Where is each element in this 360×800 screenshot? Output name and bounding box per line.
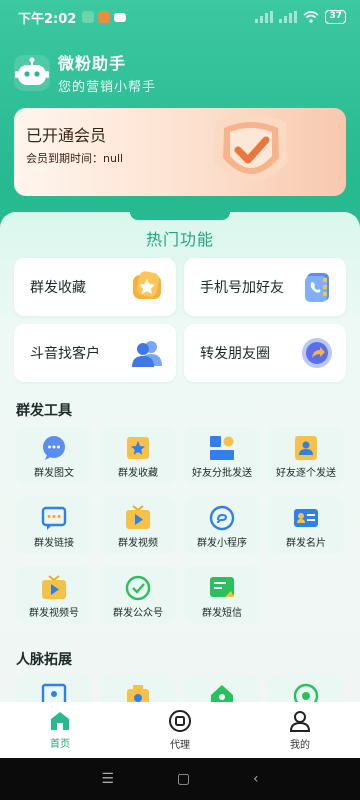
nav-label: 代理 xyxy=(170,740,190,751)
battery-icon: 37 xyxy=(325,10,346,24)
video-icon xyxy=(126,505,150,529)
profile-icon xyxy=(289,711,311,732)
contact-book-icon xyxy=(305,273,329,302)
tool-label: 群发小程序 xyxy=(197,538,247,549)
star-folder-icon xyxy=(133,271,161,299)
status-right: 37 xyxy=(255,10,346,24)
hot-item-label: 转发朋友圈 xyxy=(200,346,270,362)
notification-icon xyxy=(82,11,95,23)
notification-icon xyxy=(114,12,127,22)
tool-mass-name-card[interactable]: 群发名片 xyxy=(268,496,344,554)
status-bar: 下午2:02 37 xyxy=(0,0,360,34)
tool-label: 群发公众号 xyxy=(113,608,163,619)
name-card-icon xyxy=(294,509,318,527)
header-text: 微粉助手 您的营销小帮手 xyxy=(58,50,156,95)
app-header: 微粉助手 您的营销小帮手 xyxy=(14,50,156,95)
tool-label: 群发视频号 xyxy=(29,608,79,619)
hot-item-forward-moments[interactable]: 转发朋友圈 xyxy=(184,324,346,382)
vip-badge-icon xyxy=(214,114,288,182)
share-icon xyxy=(302,338,332,368)
hot-item-label: 群发收藏 xyxy=(30,280,86,296)
tool-mass-link[interactable]: 群发链接 xyxy=(16,496,92,554)
tool-mass-mini-program[interactable]: 群发小程序 xyxy=(184,496,260,554)
sms-icon xyxy=(210,577,234,597)
hot-item-find-customers[interactable]: 斗音找客户 xyxy=(14,324,176,382)
notification-icon xyxy=(98,11,111,23)
tool-mass-channels[interactable]: 群发视频号 xyxy=(16,566,92,624)
tool-label: 群发视频 xyxy=(118,538,158,549)
menu-icon[interactable]: ☰ xyxy=(101,771,114,787)
official-account-icon xyxy=(125,575,151,601)
person-box-icon xyxy=(295,436,317,460)
nav-agent[interactable]: 代理 xyxy=(120,702,240,758)
mass-tools-title: 群发工具 xyxy=(16,403,72,419)
tool-label: 群发短信 xyxy=(202,608,242,619)
tool-label: 好友逐个发送 xyxy=(276,468,336,479)
home-icon xyxy=(51,712,69,730)
member-title: 已开通会员 xyxy=(26,126,107,145)
robot-logo-icon xyxy=(14,54,50,91)
tool-mass-sms[interactable]: 群发短信 xyxy=(184,566,260,624)
app-root: 下午2:02 37 微粉助手 您的营销小帮手 已开通会员 会员到期时间：null… xyxy=(0,0,360,800)
tool-mass-image-text[interactable]: 群发图文 xyxy=(16,426,92,484)
tool-mass-official-account[interactable]: 群发公众号 xyxy=(100,566,176,624)
app-name: 微粉助手 xyxy=(58,54,127,73)
app-subtitle: 您的营销小帮手 xyxy=(58,80,157,95)
tool-mass-video[interactable]: 群发视频 xyxy=(100,496,176,554)
tool-label: 群发名片 xyxy=(286,538,326,549)
back-icon[interactable]: ‹ xyxy=(253,771,259,787)
hot-section-title: 热门功能 xyxy=(145,230,214,249)
tool-mass-favorites[interactable]: 群发收藏 xyxy=(100,426,176,484)
hot-item-mass-favorites[interactable]: 群发收藏 xyxy=(14,258,176,316)
mini-program-icon xyxy=(209,505,235,531)
agent-icon xyxy=(169,710,191,732)
star-box-icon xyxy=(127,437,149,459)
tool-label: 群发收藏 xyxy=(118,468,158,479)
hot-item-label: 斗音找客户 xyxy=(30,346,100,362)
wifi-icon xyxy=(303,11,319,23)
status-time: 下午2:02 xyxy=(18,11,77,27)
tool-label: 好友分批发送 xyxy=(192,468,252,479)
people-icon xyxy=(132,341,162,367)
nav-label: 首页 xyxy=(50,739,70,750)
tool-batch-send[interactable]: 好友分批发送 xyxy=(184,426,260,484)
nav-profile[interactable]: 我的 xyxy=(240,702,360,758)
bottom-nav: 首页 代理 我的 xyxy=(0,702,360,758)
nav-label: 我的 xyxy=(290,740,310,751)
channel-icon xyxy=(42,575,66,599)
hot-item-label: 手机号加好友 xyxy=(200,280,284,296)
hot-item-add-by-phone[interactable]: 手机号加好友 xyxy=(184,258,346,316)
chat-bubble-icon xyxy=(43,436,65,460)
signal-icon xyxy=(255,11,274,23)
signal-icon xyxy=(279,11,298,23)
panel-notch xyxy=(130,212,230,220)
home-square-icon[interactable]: ▢ xyxy=(177,771,190,787)
message-icon xyxy=(41,506,67,530)
system-nav-bar: ☰ ▢ ‹ xyxy=(0,758,360,800)
network-title: 人脉拓展 xyxy=(16,652,72,668)
main-panel: 热门功能 群发收藏 手机号加好友 斗音找客户 转发朋友圈 群发工具 群发图文 群… xyxy=(0,212,360,732)
tool-one-by-one-send[interactable]: 好友逐个发送 xyxy=(268,426,344,484)
nav-home[interactable]: 首页 xyxy=(0,702,120,758)
member-card[interactable]: 已开通会员 会员到期时间：null xyxy=(14,108,346,196)
tool-label: 群发链接 xyxy=(34,538,74,549)
grid-icon xyxy=(210,436,234,460)
tool-label: 群发图文 xyxy=(34,468,74,479)
member-expire-label: 会员到期时间：null xyxy=(26,152,124,165)
